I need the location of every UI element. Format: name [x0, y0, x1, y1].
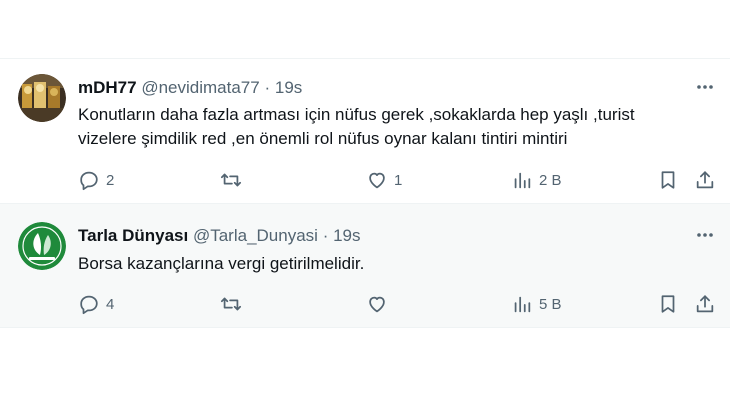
bookmark-button[interactable]	[657, 292, 679, 316]
bookmark-button[interactable]	[657, 168, 679, 192]
tweet-header: Tarla Dünyası @Tarla_Dunyasi · 19s	[78, 225, 361, 247]
more-icon[interactable]	[694, 76, 716, 98]
display-name[interactable]: Tarla Dünyası	[78, 226, 188, 245]
like-button[interactable]: 1	[366, 168, 402, 192]
action-bar: 2 1 2 B	[0, 168, 730, 192]
user-handle[interactable]: @nevidimata77	[141, 78, 259, 97]
share-icon	[696, 171, 714, 189]
heart-icon	[369, 172, 385, 189]
like-button[interactable]	[366, 292, 394, 316]
share-button[interactable]	[694, 292, 716, 316]
user-handle[interactable]: @Tarla_Dunyasi	[193, 226, 318, 245]
views-count: 5 B	[539, 295, 562, 313]
avatar[interactable]	[18, 74, 66, 122]
reply-icon	[80, 295, 98, 315]
leaf-logo-avatar-icon	[18, 222, 66, 270]
retweet-button[interactable]	[220, 292, 248, 316]
retweet-icon	[220, 173, 242, 187]
reply-button[interactable]: 4	[78, 292, 114, 316]
separator: ·	[322, 226, 329, 245]
tweet[interactable]: mDH77 @nevidimata77 · 19s Konutların dah…	[0, 58, 730, 204]
separator: ·	[264, 78, 271, 97]
retweet-button[interactable]	[220, 168, 248, 192]
tweet-text: Konutların daha fazla artması için nüfus…	[78, 105, 635, 148]
reply-icon	[80, 171, 98, 191]
tweet[interactable]: Tarla Dünyası @Tarla_Dunyasi · 19s Borsa…	[0, 204, 730, 328]
share-icon	[696, 295, 714, 313]
display-name[interactable]: mDH77	[78, 78, 137, 97]
reply-count: 4	[106, 295, 115, 313]
views-count: 2 B	[539, 171, 562, 189]
share-button[interactable]	[694, 168, 716, 192]
timestamp[interactable]: 19s	[275, 78, 302, 97]
reply-button[interactable]: 2	[78, 168, 114, 192]
bookmark-icon	[661, 295, 675, 313]
tweet-header: mDH77 @nevidimata77 · 19s	[78, 77, 302, 99]
retweet-icon	[220, 297, 242, 311]
like-count: 1	[394, 171, 403, 189]
avatar[interactable]	[18, 222, 66, 270]
views-button[interactable]: 5 B	[511, 292, 562, 316]
bookmark-icon	[661, 171, 675, 189]
views-icon	[514, 172, 531, 189]
more-icon[interactable]	[694, 224, 716, 246]
photo-avatar-icon	[18, 74, 66, 122]
reply-count: 2	[106, 171, 115, 189]
tweet-text: Borsa kazançlarına vergi getirilmelidir.	[78, 254, 365, 273]
action-bar: 4 5 B	[0, 292, 730, 316]
timestamp[interactable]: 19s	[333, 226, 360, 245]
views-button[interactable]: 2 B	[511, 168, 562, 192]
views-icon	[514, 296, 531, 313]
heart-icon	[369, 296, 385, 313]
